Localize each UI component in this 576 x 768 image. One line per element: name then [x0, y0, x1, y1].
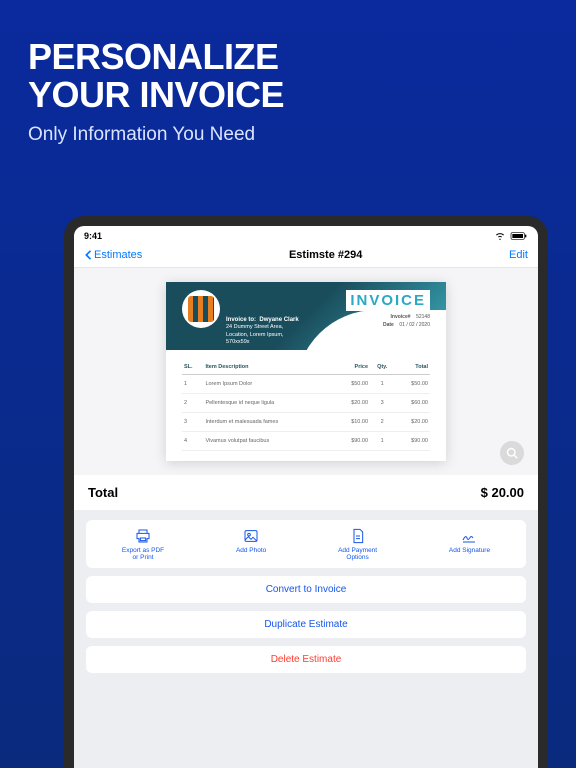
magnify-icon — [506, 447, 518, 459]
table-row: 4Vivamus volutpat faucibus$90.001$90.00 — [182, 432, 430, 451]
tablet-screen: 9:41 Estimates Estimste #294 Edit Invoic… — [74, 226, 538, 768]
status-time: 9:41 — [84, 231, 102, 241]
add-signature-button[interactable]: Add Signature — [449, 528, 490, 562]
invoice-meta: INVOICE Invoice# 52148 Date 01 / 02 / 20… — [346, 290, 430, 329]
nav-bar: Estimates Estimste #294 Edit — [74, 242, 538, 268]
add-photo-button[interactable]: Add Photo — [236, 528, 266, 562]
photo-icon — [243, 528, 259, 544]
printer-icon — [135, 528, 151, 544]
invoice-to-block: Invoice to: Dwyane Clark 24 Dummy Street… — [226, 316, 299, 347]
export-pdf-button[interactable]: Export as PDF or Print — [122, 528, 164, 562]
zoom-button[interactable] — [500, 441, 524, 465]
delete-estimate-button[interactable]: Delete Estimate — [86, 646, 526, 673]
invoice-table: SL. Item Description Price Qty. Total 1L… — [166, 350, 446, 461]
tablet-frame: 9:41 Estimates Estimste #294 Edit Invoic… — [64, 216, 548, 768]
invoice-heading: INVOICE — [346, 290, 430, 311]
table-row: 1Lorem Ipsum Dolor$50.001$50.00 — [182, 375, 430, 394]
battery-icon — [510, 232, 528, 240]
actions-panel: Export as PDF or Print Add Photo Add Pay… — [74, 510, 538, 768]
table-row: 3Interdum et malesuada fames$10.002$20.0… — [182, 413, 430, 432]
page-title: Estimste #294 — [289, 249, 362, 261]
invoice-document[interactable]: Invoice to: Dwyane Clark 24 Dummy Street… — [166, 282, 446, 461]
total-row: Total $ 20.00 — [74, 475, 538, 510]
invoice-header: Invoice to: Dwyane Clark 24 Dummy Street… — [166, 282, 446, 350]
wifi-icon — [494, 232, 506, 240]
action-icons-row: Export as PDF or Print Add Photo Add Pay… — [86, 520, 526, 568]
status-indicators — [494, 232, 528, 240]
edit-button[interactable]: Edit — [509, 249, 528, 261]
duplicate-estimate-button[interactable]: Duplicate Estimate — [86, 611, 526, 638]
total-value: $ 20.00 — [481, 485, 524, 500]
table-row: 2Pellentesque id neque ligula$20.003$60.… — [182, 394, 430, 413]
hero: PERSONALIZEYOUR INVOICE Only Information… — [0, 0, 576, 164]
company-logo — [182, 290, 220, 328]
document-icon — [350, 528, 366, 544]
hero-subtitle: Only Information You Need — [28, 124, 548, 146]
signature-icon — [461, 528, 477, 544]
hero-title: PERSONALIZEYOUR INVOICE — [28, 38, 548, 114]
document-preview: Invoice to: Dwyane Clark 24 Dummy Street… — [74, 268, 538, 475]
chevron-left-icon — [84, 250, 92, 260]
total-label: Total — [88, 485, 118, 500]
add-payment-button[interactable]: Add Payment Options — [338, 528, 377, 562]
convert-to-invoice-button[interactable]: Convert to Invoice — [86, 576, 526, 603]
back-button[interactable]: Estimates — [84, 249, 142, 261]
status-bar: 9:41 — [74, 226, 538, 242]
